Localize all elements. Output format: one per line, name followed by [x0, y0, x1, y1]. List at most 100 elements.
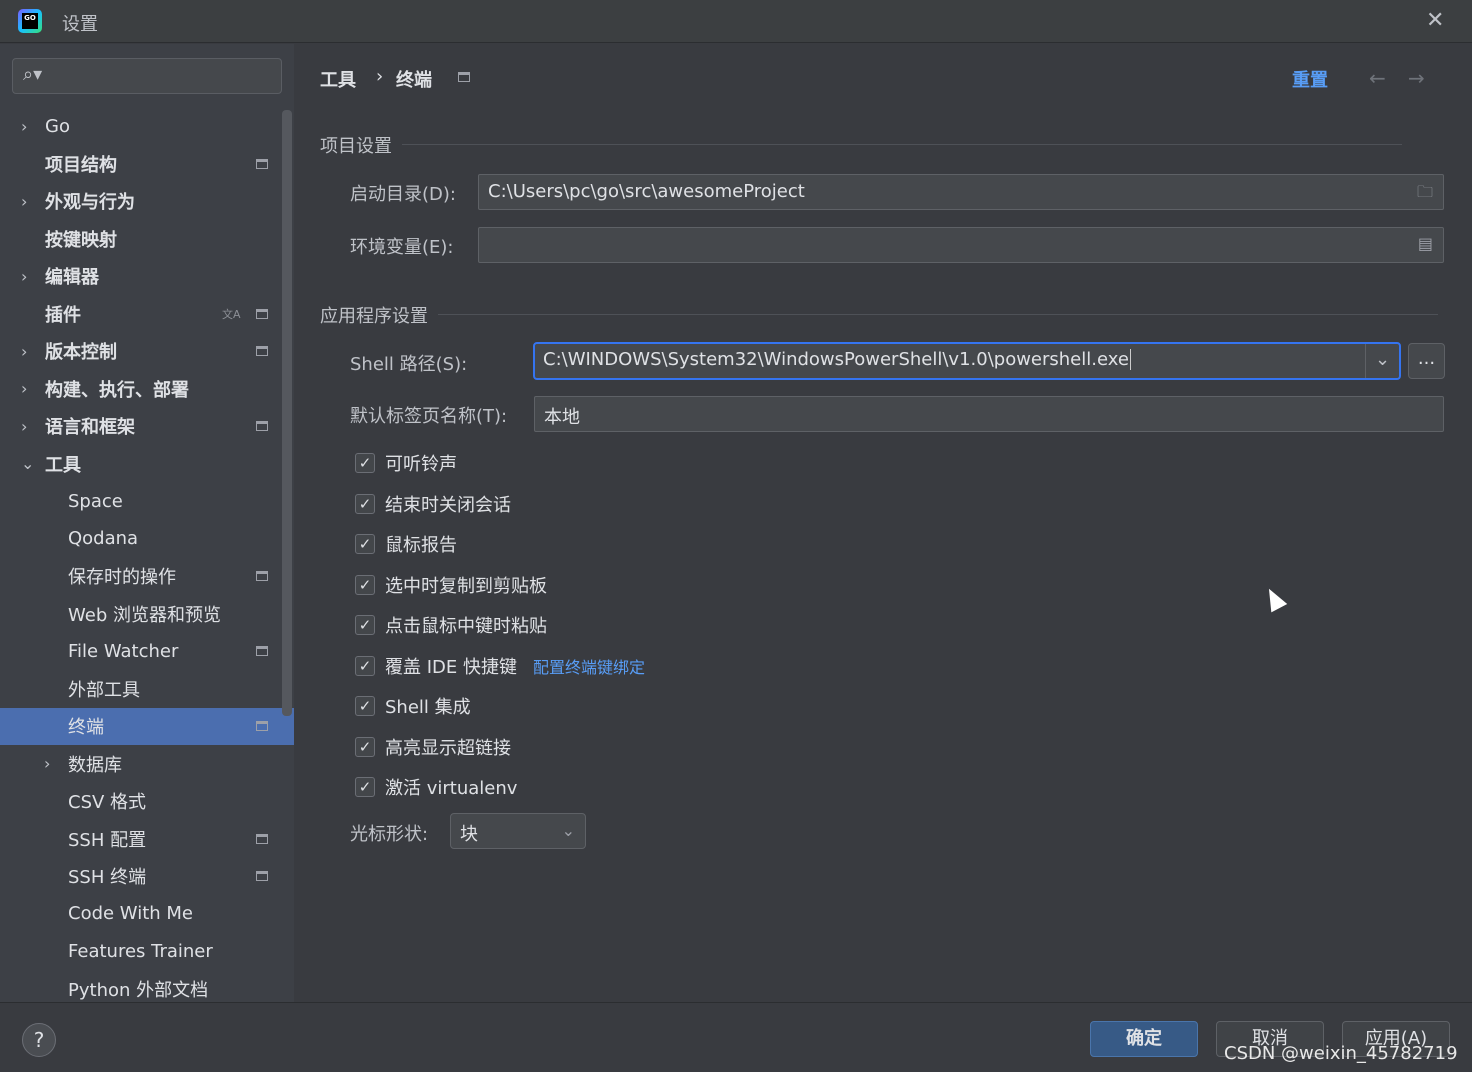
checkbox[interactable]: ✓ [355, 615, 375, 635]
checkbox-option[interactable]: ✓ Shell 集成 [355, 693, 471, 719]
title-bar: GO 设置 ✕ [0, 0, 1472, 43]
sidebar-item[interactable]: › Go [0, 108, 294, 146]
footer: ? 确定 取消 应用(A) CSDN @weixin_45782719 [0, 1002, 1472, 1072]
chevron-right-icon[interactable]: › [21, 417, 27, 436]
checkbox-label: 覆盖 IDE 快捷键 [385, 656, 517, 678]
sidebar-item-label: 保存时的操作 [68, 567, 176, 589]
checkbox[interactable]: ✓ [355, 736, 375, 757]
checkbox-label: 结束时关闭会话 [385, 494, 511, 516]
sidebar-item[interactable]: Features Trainer [0, 933, 294, 971]
checkbox-label: 可听铃声 [385, 454, 457, 475]
sidebar-item-label: 终端 [68, 717, 104, 739]
sidebar-item-label: Web 浏览器和预览 [68, 604, 221, 626]
checkbox-option[interactable]: ✓ 激活 virtualenv [355, 774, 517, 800]
sidebar-item-label: 编辑器 [45, 267, 99, 289]
shell-path-combobox[interactable]: C:\WINDOWS\System32\WindowsPowerShell\v1… [533, 342, 1401, 380]
sidebar-item-label: 插件 [45, 304, 81, 326]
chevron-down-icon[interactable]: ⌄ [1365, 344, 1399, 378]
cursor-shape-select[interactable]: 块 ⌄ [450, 813, 586, 849]
checkbox-option[interactable]: ✓ 覆盖 IDE 快捷键 配置终端键绑定 [355, 653, 645, 679]
folder-icon[interactable]: 🗀 [1417, 181, 1433, 208]
chevron-right-icon[interactable]: › [21, 117, 27, 136]
sidebar-item[interactable]: 按键映射 [0, 220, 294, 258]
checkbox-label: 高亮显示超链接 [385, 737, 511, 759]
sidebar-item[interactable]: › 外观与行为 [0, 183, 294, 221]
sidebar-item-label: CSV 格式 [68, 792, 147, 814]
checkbox[interactable]: ✓ [355, 655, 375, 676]
env-field[interactable]: ▤ [478, 227, 1444, 263]
close-icon[interactable]: ✕ [1426, 8, 1444, 33]
breadcrumb-separator: › [376, 66, 384, 87]
checkbox[interactable]: ✓ [355, 696, 375, 716]
sidebar-item-label: 外观与行为 [45, 192, 135, 214]
sidebar-item[interactable]: Web 浏览器和预览 [0, 595, 294, 633]
sidebar-item[interactable]: 终端 [0, 707, 294, 745]
chevron-right-icon[interactable]: › [21, 379, 27, 398]
sidebar-item[interactable]: › 编辑器 [0, 258, 294, 296]
sidebar-item[interactable]: 项目结构 [0, 145, 294, 183]
shell-path-label: Shell 路径(S): [350, 354, 468, 375]
search-input[interactable]: ⌕▾ [12, 58, 282, 94]
forward-arrow-icon[interactable]: → [1408, 66, 1425, 90]
checkbox-option[interactable]: ✓ 鼠标报告 [355, 531, 457, 557]
sidebar-item-label: File Watcher [68, 640, 179, 662]
chevron-down-icon[interactable]: ⌄ [21, 454, 34, 473]
sidebar-item-label: SSH 终端 [68, 867, 147, 889]
project-level-icon [256, 158, 268, 169]
sidebar-item[interactable]: › 语言和框架 [0, 408, 294, 446]
checkbox[interactable]: ✓ [355, 493, 375, 514]
project-level-icon [256, 346, 268, 357]
project-level-icon [256, 646, 268, 657]
chevron-right-icon[interactable]: › [21, 342, 27, 361]
sidebar-item[interactable]: › 构建、执行、部署 [0, 370, 294, 408]
chevron-down-icon: ⌄ [561, 821, 575, 840]
sidebar-item[interactable]: SSH 终端 [0, 858, 294, 896]
checkbox-option[interactable]: ✓ 结束时关闭会话 [355, 491, 511, 517]
sidebar-item-label: 外部工具 [68, 679, 140, 701]
reset-link[interactable]: 重置 [1292, 66, 1328, 92]
checkbox-label: 鼠标报告 [385, 535, 457, 556]
configure-keybindings-link[interactable]: 配置终端键绑定 [533, 654, 645, 678]
checkbox-option[interactable]: ✓ 高亮显示超链接 [355, 734, 511, 760]
sidebar-item-label: 按键映射 [45, 229, 117, 251]
sidebar-item-label: Features Trainer [68, 940, 213, 962]
checkbox-option[interactable]: ✓ 可听铃声 [355, 450, 457, 476]
project-settings-heading: 项目设置 [320, 132, 1402, 158]
sidebar-item[interactable]: 插件 文A [0, 295, 294, 333]
chevron-right-icon[interactable]: › [21, 267, 27, 286]
sidebar: ⌕▾ › Go 项目结构 › 外观与行为按键映射 › 编辑器插件 文A › 版本控制 › 构建、执行、… [0, 44, 294, 1002]
sidebar-item[interactable]: Space [0, 483, 294, 521]
sidebar-item[interactable]: Qodana [0, 520, 294, 558]
back-arrow-icon[interactable]: ← [1369, 66, 1386, 90]
checkbox[interactable]: ✓ [355, 534, 375, 554]
sidebar-item[interactable]: › 数据库 [0, 745, 294, 783]
ok-button[interactable]: 确定 [1090, 1021, 1198, 1057]
checkbox[interactable]: ✓ [355, 574, 375, 595]
start-dir-field[interactable]: C:\Users\pc\go\src\awesomeProject 🗀 [478, 174, 1444, 210]
checkbox[interactable]: ✓ [355, 453, 375, 473]
chevron-right-icon[interactable]: › [21, 192, 27, 211]
tab-name-field[interactable]: 本地 [534, 396, 1444, 432]
sidebar-item[interactable]: SSH 配置 [0, 820, 294, 858]
breadcrumb-tools[interactable]: 工具 [320, 66, 356, 92]
checkbox[interactable]: ✓ [355, 777, 375, 797]
sidebar-item[interactable]: ⌄ 工具 [0, 445, 294, 483]
browse-button[interactable]: ... [1408, 343, 1445, 379]
help-button[interactable]: ? [22, 1023, 56, 1057]
sidebar-item[interactable]: 外部工具 [0, 670, 294, 708]
goland-logo: GO [18, 9, 42, 33]
scrollbar[interactable] [282, 110, 292, 716]
checkbox-option[interactable]: ✓ 点击鼠标中键时粘贴 [355, 612, 547, 638]
sidebar-item[interactable]: CSV 格式 [0, 783, 294, 821]
checkbox-label: Shell 集成 [385, 697, 471, 718]
sidebar-item[interactable]: Code With Me [0, 895, 294, 933]
checkbox-option[interactable]: ✓ 选中时复制到剪贴板 [355, 572, 547, 598]
sidebar-item[interactable]: File Watcher [0, 633, 294, 671]
chevron-right-icon[interactable]: › [44, 754, 50, 773]
edit-list-icon[interactable]: ▤ [1418, 234, 1433, 253]
sidebar-item-label: Qodana [68, 528, 139, 550]
sidebar-item-label: 语言和框架 [45, 417, 135, 439]
sidebar-item[interactable]: 保存时的操作 [0, 558, 294, 596]
sidebar-item[interactable]: › 版本控制 [0, 333, 294, 371]
project-level-icon [256, 833, 268, 844]
